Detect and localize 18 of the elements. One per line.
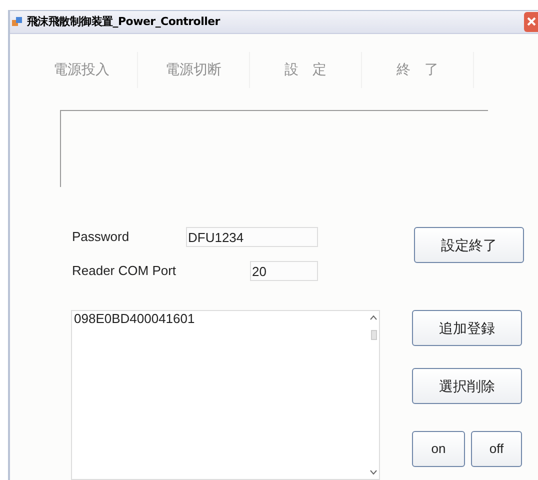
window-title: 飛沫飛散制御装置_Power_Controller [27, 14, 220, 30]
com-port-field[interactable]: 20 [250, 261, 318, 281]
delete-button[interactable]: 選択削除 [412, 368, 522, 404]
on-button[interactable]: on [412, 431, 465, 467]
scroll-up-icon[interactable] [370, 315, 377, 320]
com-port-label: Reader COM Port [72, 262, 178, 280]
list-item[interactable]: 098E0BD400041601 [72, 311, 368, 327]
close-icon [526, 17, 536, 26]
list-box[interactable]: 098E0BD400041601 [71, 310, 380, 480]
scroll-thumb[interactable] [370, 330, 376, 340]
app-icon [12, 16, 23, 28]
add-button[interactable]: 追加登録 [412, 310, 522, 346]
password-label: Password [72, 228, 130, 246]
password-field[interactable]: DFU1234 [186, 227, 318, 247]
off-button[interactable]: off [471, 431, 522, 467]
finish-settings-button[interactable]: 設定終了 [414, 227, 524, 263]
close-button[interactable] [524, 12, 538, 32]
scroll-down-icon[interactable] [370, 470, 377, 475]
